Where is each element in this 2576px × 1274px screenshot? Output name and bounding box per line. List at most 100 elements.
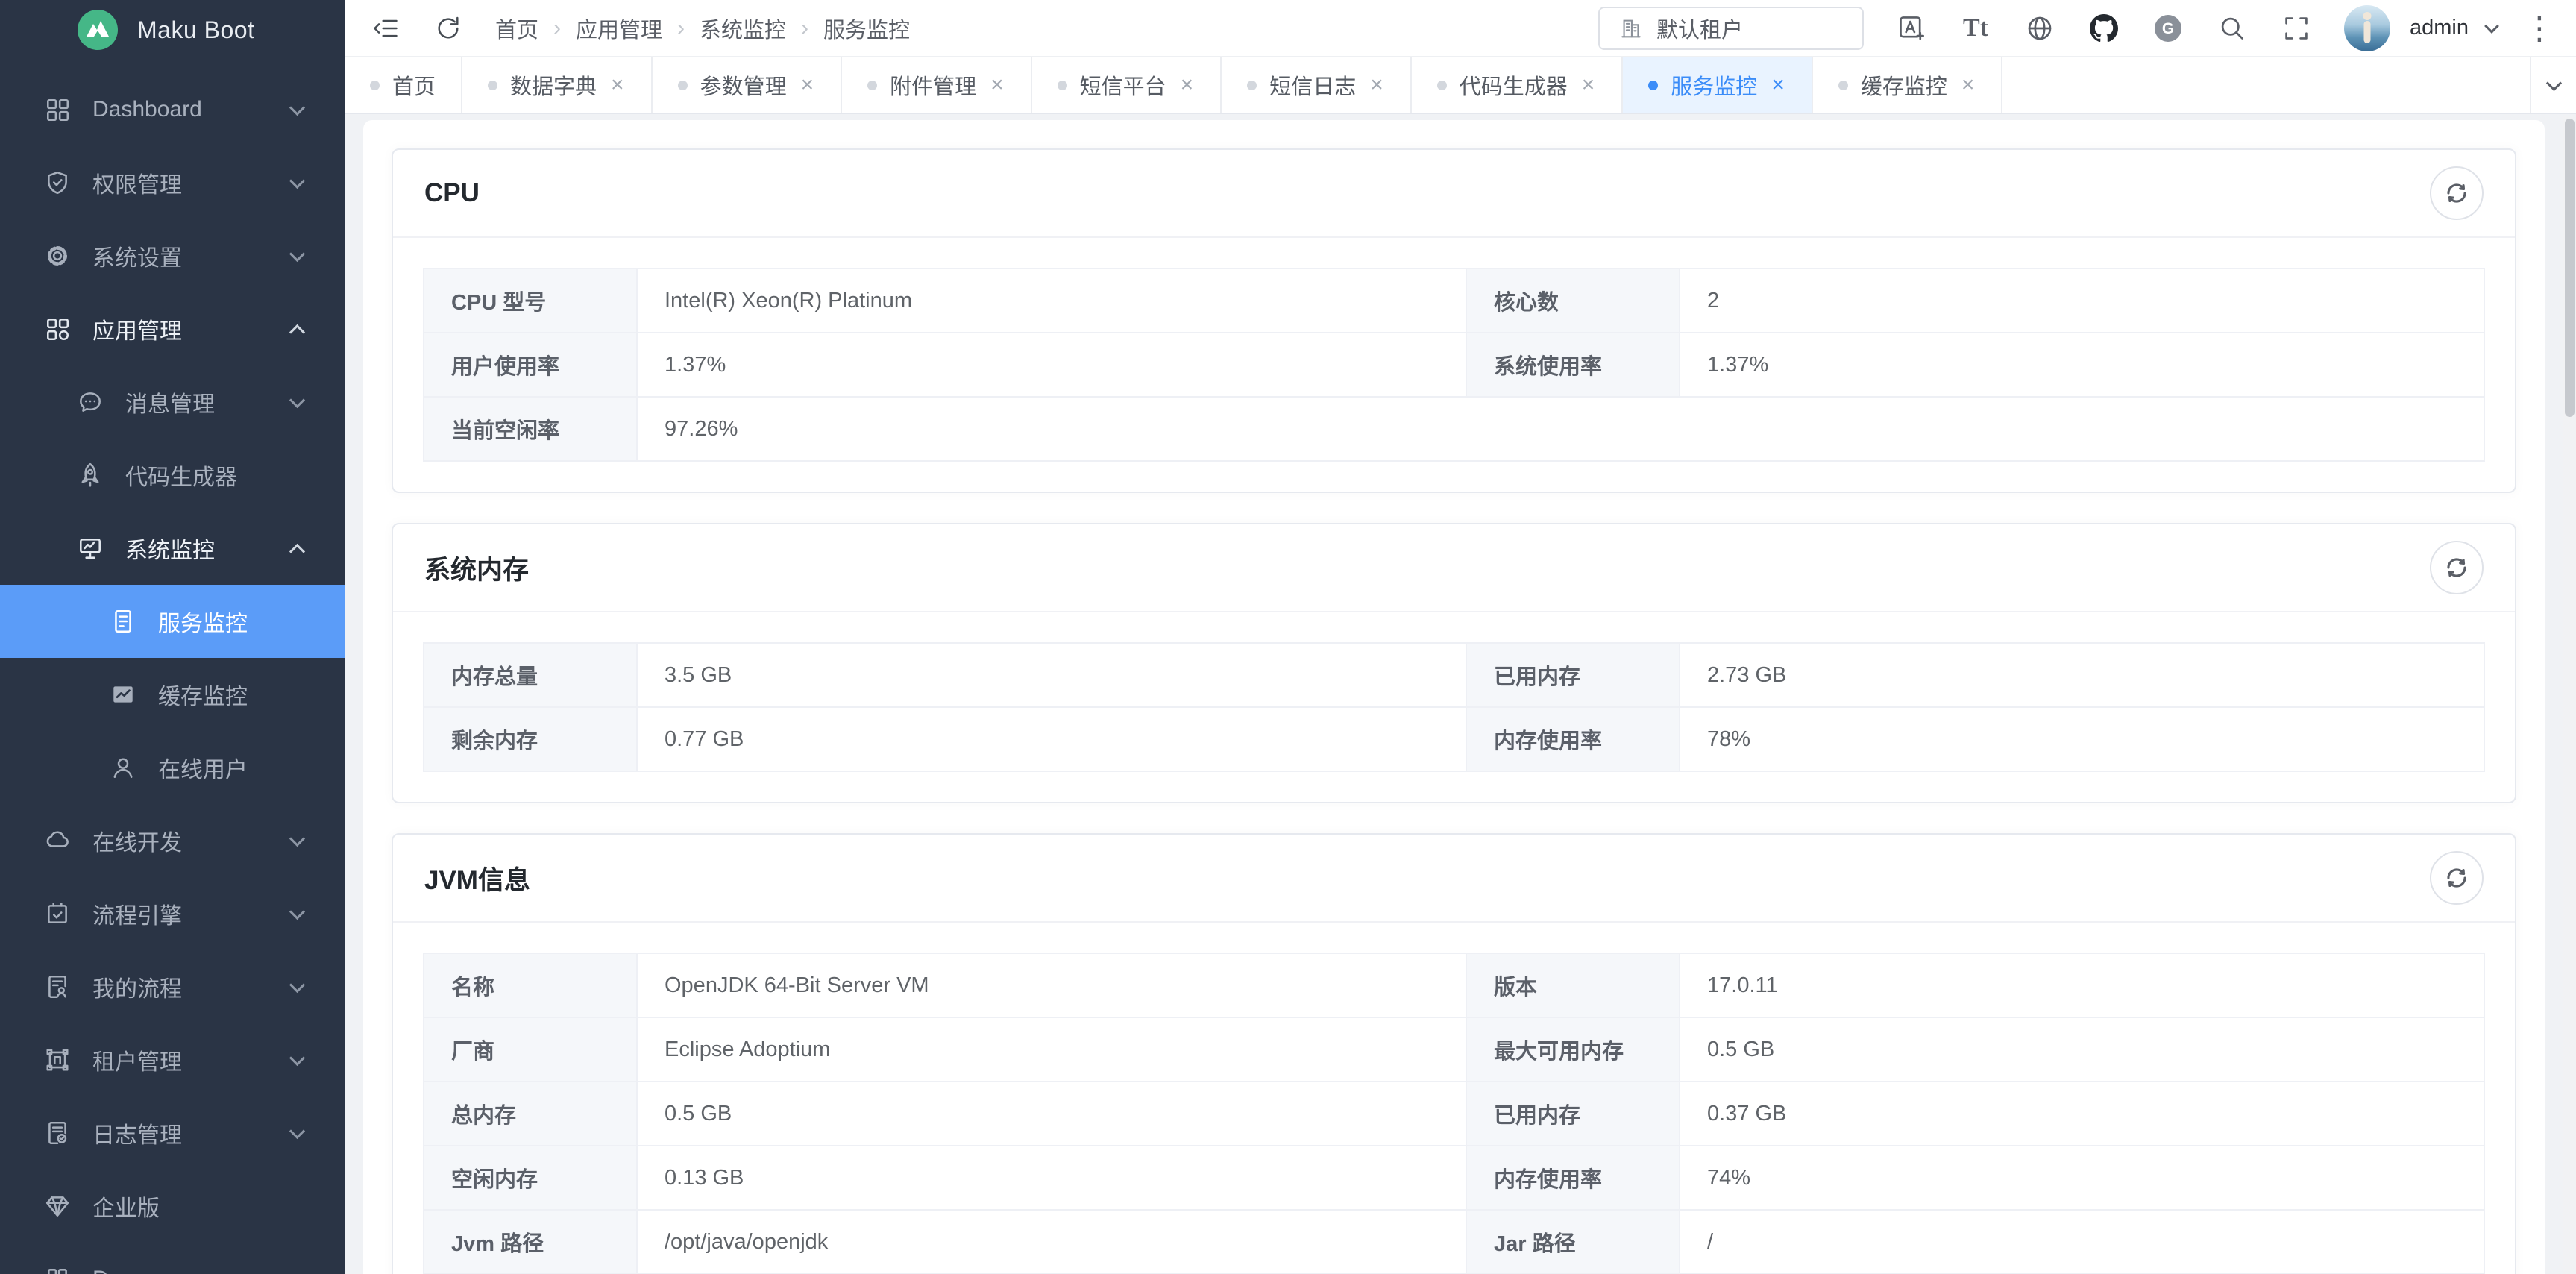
close-icon[interactable]: × (1770, 72, 1786, 98)
cell-value: 0.13 GB (637, 1146, 1466, 1210)
document-icon (109, 607, 137, 636)
dashboard-icon (43, 95, 72, 124)
cell-value: 1.37% (1680, 333, 2484, 397)
sidebar-item-enterprise[interactable]: 企业版 (0, 1170, 345, 1243)
sidebar-item-cache-monitor[interactable]: 缓存监控 (0, 658, 345, 731)
close-icon[interactable]: × (1580, 72, 1597, 98)
search-icon[interactable] (2216, 12, 2249, 45)
cell-value: Eclipse Adoptium (637, 1017, 1466, 1082)
sidebar-item-log-management[interactable]: 日志管理 (0, 1096, 345, 1170)
sidebar-item-demo[interactable]: Demo (0, 1243, 345, 1274)
tab-attachments[interactable]: 附件管理 × (842, 57, 1032, 113)
tab-params[interactable]: 参数管理 × (653, 57, 843, 113)
cell-label: 已用内存 (1466, 643, 1680, 707)
github-icon[interactable] (2087, 12, 2120, 45)
sidebar-item-online-dev[interactable]: 在线开发 (0, 804, 345, 877)
close-icon[interactable]: × (1179, 72, 1196, 98)
breadcrumb-separator: › (553, 16, 561, 41)
log-icon (43, 1119, 72, 1147)
user-icon (109, 753, 137, 782)
vertical-scrollbar[interactable] (2563, 116, 2576, 1274)
globe-icon[interactable] (2023, 12, 2056, 45)
panel-refresh-button[interactable] (2430, 851, 2484, 905)
cell-value: 2.73 GB (1680, 643, 2484, 707)
close-icon[interactable]: × (1960, 72, 1976, 98)
sidebar: Maku Boot Dashboard 权限管理 系统设置 应用管理 (0, 0, 345, 1274)
refresh-icon[interactable] (433, 13, 464, 44)
tab-dot (678, 81, 688, 90)
sidebar-menu: Dashboard 权限管理 系统设置 应用管理 消息管理 (0, 60, 345, 1274)
cell-value: /opt/java/openjdk (637, 1210, 1466, 1274)
table-row: 名称 OpenJDK 64-Bit Server VM 版本 17.0.11 (424, 953, 2484, 1017)
breadcrumb-item[interactable]: 系统监控 (700, 13, 786, 44)
table-row: 内存总量 3.5 GB 已用内存 2.73 GB (424, 643, 2484, 707)
cell-label: 厂商 (424, 1017, 637, 1082)
sidebar-item-label: 服务监控 (158, 605, 345, 638)
sidebar-item-service-monitor[interactable]: 服务监控 (0, 585, 345, 658)
tab-code-generator[interactable]: 代码生成器 × (1412, 57, 1624, 113)
sidebar-item-app-management[interactable]: 应用管理 (0, 292, 345, 365)
panel-refresh-button[interactable] (2430, 166, 2484, 220)
tab-label: 短信日志 (1269, 69, 1356, 101)
chart-icon (109, 680, 137, 709)
tab-home[interactable]: 首页 (345, 57, 462, 113)
cell-label: 当前空闲率 (424, 397, 637, 461)
sidebar-item-label: 在线开发 (92, 824, 345, 857)
tenant-select[interactable]: 默认租户 (1598, 7, 1864, 50)
close-icon[interactable]: × (609, 72, 626, 98)
sidebar-item-online-users[interactable]: 在线用户 (0, 731, 345, 804)
cell-label: Jar 路径 (1466, 1210, 1680, 1274)
sidebar-item-tenant-management[interactable]: 租户管理 (0, 1023, 345, 1096)
chevron-down-icon[interactable] (2484, 19, 2499, 34)
chevron-down-icon (2545, 75, 2561, 90)
tab-cache-monitor[interactable]: 缓存监控 × (1813, 57, 2003, 113)
breadcrumb-separator: › (677, 16, 685, 41)
font-size-icon[interactable]: Tt (1959, 12, 1992, 45)
sidebar-item-dashboard[interactable]: Dashboard (0, 73, 345, 146)
sidebar-item-workflow-engine[interactable]: 流程引擎 (0, 877, 345, 950)
panel-body: 名称 OpenJDK 64-Bit Server VM 版本 17.0.11 厂… (393, 923, 2515, 1274)
table-row: 剩余内存 0.77 GB 内存使用率 78% (424, 707, 2484, 771)
message-icon (76, 388, 104, 416)
panel-refresh-button[interactable] (2430, 541, 2484, 594)
app-title: Maku Boot (137, 16, 254, 44)
breadcrumb-item[interactable]: 服务监控 (823, 13, 910, 44)
sidebar-item-label: 流程引擎 (92, 897, 345, 930)
tab-sms-platform[interactable]: 短信平台 × (1032, 57, 1222, 113)
table-row: 当前空闲率 97.26% (424, 397, 2484, 461)
close-icon[interactable]: × (799, 72, 816, 98)
close-icon[interactable]: × (989, 72, 1005, 98)
gitee-icon[interactable]: G (2152, 12, 2184, 45)
tab-data-dict[interactable]: 数据字典 × (462, 57, 653, 113)
sidebar-item-label: 日志管理 (92, 1117, 345, 1149)
sidebar-item-label: Dashboard (92, 97, 345, 122)
kebab-menu-icon[interactable]: ⋮ (2524, 13, 2555, 44)
sidebar-item-message-management[interactable]: 消息管理 (0, 365, 345, 439)
close-icon[interactable]: × (1369, 72, 1385, 98)
sidebar-item-permissions[interactable]: 权限管理 (0, 146, 345, 219)
breadcrumb-item[interactable]: 应用管理 (576, 13, 662, 44)
collapse-sidebar-icon[interactable] (370, 13, 401, 44)
breadcrumb-item[interactable]: 首页 (495, 13, 538, 44)
sidebar-item-system-settings[interactable]: 系统设置 (0, 219, 345, 292)
tab-sms-log[interactable]: 短信日志 × (1222, 57, 1412, 113)
sidebar-item-system-monitor[interactable]: 系统监控 (0, 512, 345, 585)
avatar[interactable] (2344, 5, 2390, 51)
cell-label: 核心数 (1466, 269, 1680, 333)
sidebar-item-label: 企业版 (92, 1190, 345, 1223)
tab-service-monitor[interactable]: 服务监控 × (1623, 57, 1813, 113)
sidebar-item-label: 权限管理 (92, 166, 345, 199)
workflow-icon (43, 900, 72, 928)
app-logo[interactable]: Maku Boot (0, 0, 345, 60)
username[interactable]: admin (2410, 16, 2469, 40)
sidebar-item-code-generator[interactable]: 代码生成器 (0, 439, 345, 512)
translate-icon[interactable] (1895, 12, 1928, 45)
top-bar-right: 默认租户 Tt G (1598, 5, 2555, 51)
scrollbar-thumb[interactable] (2565, 119, 2575, 417)
sidebar-item-label: 我的流程 (92, 970, 345, 1003)
fullscreen-icon[interactable] (2280, 12, 2313, 45)
tabs-overflow-button[interactable] (2530, 57, 2576, 113)
sidebar-item-my-flows[interactable]: 我的流程 (0, 950, 345, 1023)
tab-label: 代码生成器 (1460, 69, 1568, 101)
panel-header: 系统内存 (393, 524, 2515, 612)
